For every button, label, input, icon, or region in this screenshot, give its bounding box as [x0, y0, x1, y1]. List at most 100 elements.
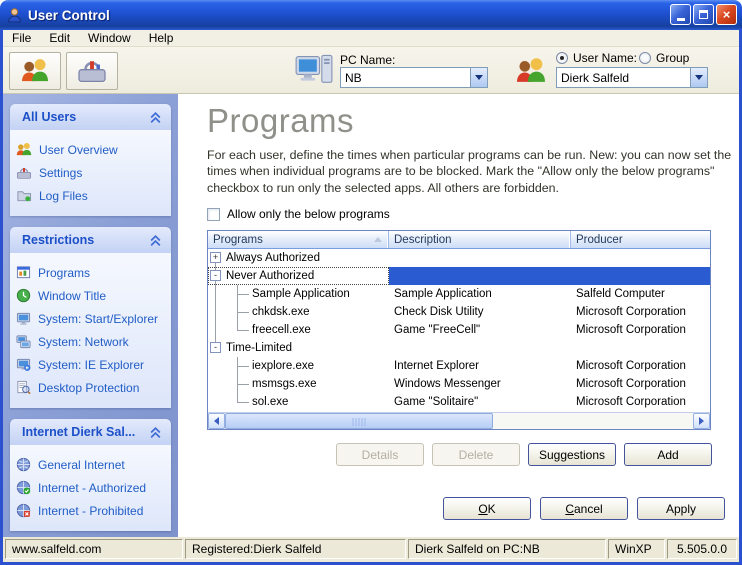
cell-producer: Salfeld Computer [571, 285, 710, 303]
user-name-radio-label: User Name: [573, 51, 637, 65]
cell-program: iexplore.exe [252, 360, 314, 372]
user-name-value: Dierk Salfeld [557, 71, 690, 85]
sidebar-item-log-files[interactable]: Log Files [16, 184, 167, 207]
sidebar-item-system-start-explorer[interactable]: System: Start/Explorer [16, 307, 167, 330]
expand-icon[interactable]: + [210, 252, 221, 263]
apply-button[interactable]: Apply [637, 497, 725, 520]
window-frame: File Edit Window Help PC Name: NB User N… [0, 30, 742, 565]
column-label: Description [394, 234, 452, 246]
table-row[interactable]: iexplore.exe Internet Explorer Microsoft… [208, 357, 710, 375]
table-row[interactable]: msmsgs.exe Windows Messenger Microsoft C… [208, 375, 710, 393]
chevron-up-icon[interactable] [149, 111, 162, 124]
sidebar-item-window-title[interactable]: Window Title [16, 284, 167, 307]
sidebar-item-label: Internet - Authorized [38, 481, 146, 495]
programs-table: Programs Description Producer +Always Au… [207, 230, 711, 430]
menu-file[interactable]: File [3, 30, 40, 46]
table-row[interactable]: chkdsk.exe Check Disk Utility Microsoft … [208, 303, 710, 321]
sidebar-item-system-network[interactable]: System: Network [16, 330, 167, 353]
sidebar-item-system-ie-explorer[interactable]: System: IE Explorer [16, 353, 167, 376]
cell-description: Windows Messenger [389, 375, 571, 393]
cell-description: Game "Solitaire" [389, 393, 571, 411]
panel-header-restrictions[interactable]: Restrictions [10, 227, 171, 253]
group-radio[interactable]: Group [639, 51, 689, 65]
suggestions-button[interactable]: Suggestions [528, 443, 616, 466]
panel-header-all-users[interactable]: All Users [10, 104, 171, 130]
add-button[interactable]: Add [624, 443, 712, 466]
chevron-up-icon[interactable] [149, 234, 162, 247]
scroll-left-button[interactable] [208, 413, 225, 429]
close-button[interactable]: × [716, 4, 737, 25]
sidebar-item-label: User Overview [39, 143, 118, 157]
column-header-producer[interactable]: Producer [571, 231, 710, 248]
globe-cross-icon [16, 503, 31, 518]
maximize-button[interactable] [693, 4, 714, 25]
app-person-icon [6, 7, 23, 24]
table-body: +Always Authorized -Never Authorized [208, 249, 710, 412]
globe-icon [16, 457, 31, 472]
user-name-radio[interactable]: User Name: [556, 51, 637, 65]
minimize-button[interactable] [670, 4, 691, 25]
user-name-combobox[interactable]: Dierk Salfeld [556, 67, 708, 88]
status-user-pc: Dierk Salfeld on PC:NB [408, 539, 606, 559]
allow-only-checkbox-label: Allow only the below programs [227, 207, 390, 221]
cell-program: chkdsk.exe [252, 306, 310, 318]
horizontal-scrollbar[interactable] [208, 412, 710, 429]
sidebar-item-desktop-protection[interactable]: Desktop Protection [16, 376, 167, 399]
pc-name-dropdown-button[interactable] [470, 68, 487, 87]
table-row[interactable]: sol.exe Game "Solitaire" Microsoft Corpo… [208, 393, 710, 411]
ok-button[interactable]: OK [443, 497, 531, 520]
tree-guide [237, 393, 238, 402]
status-website: www.salfeld.com [5, 539, 183, 559]
column-header-programs[interactable]: Programs [208, 231, 389, 248]
panel-header-internet[interactable]: Internet Dierk Sal... [10, 419, 171, 445]
table-row-group[interactable]: +Always Authorized [208, 249, 710, 267]
details-button[interactable]: Details [336, 443, 424, 466]
cell-program: sol.exe [252, 396, 288, 408]
cell-producer [571, 339, 710, 357]
pc-icon [295, 53, 333, 87]
cell-program: msmsgs.exe [252, 378, 317, 390]
menu-window[interactable]: Window [79, 30, 140, 46]
sidebar-item-internet-prohibited[interactable]: Internet - Prohibited [16, 499, 167, 522]
table-row-group-selected[interactable]: -Never Authorized [208, 267, 710, 285]
column-header-description[interactable]: Description [389, 231, 571, 248]
scroll-right-button[interactable] [693, 413, 710, 429]
minimize-icon [677, 18, 685, 21]
radio-selected-icon [556, 52, 568, 64]
allow-only-checkbox[interactable] [207, 208, 220, 221]
app-window-icon [16, 265, 31, 280]
titlebar[interactable]: User Control × [0, 0, 742, 30]
sidebar-panel-internet: Internet Dierk Sal... General Internet I… [10, 419, 171, 531]
cancel-button[interactable]: Cancel [540, 497, 628, 520]
column-label: Programs [213, 234, 263, 246]
sidebar-item-label: Settings [39, 166, 82, 180]
scrollbar-track[interactable] [493, 413, 693, 429]
sidebar-item-programs[interactable]: Programs [16, 261, 167, 284]
toolbar: PC Name: NB User Name: Group Dierk Salfe… [3, 47, 739, 94]
menu-edit[interactable]: Edit [40, 30, 79, 46]
pc-name-combobox[interactable]: NB [340, 67, 488, 88]
menu-help[interactable]: Help [140, 30, 183, 46]
folder-icon [16, 188, 32, 203]
sidebar-item-internet-authorized[interactable]: Internet - Authorized [16, 476, 167, 499]
table-row[interactable]: Sample Application Sample Application Sa… [208, 285, 710, 303]
chevron-up-icon[interactable] [149, 426, 162, 439]
collapse-icon[interactable]: - [210, 342, 221, 353]
globe-check-icon [16, 480, 31, 495]
toolbox-toolbar-button[interactable] [66, 52, 118, 90]
page-title: Programs [207, 102, 739, 140]
scrollbar-thumb[interactable] [225, 413, 493, 429]
chevron-down-icon [475, 75, 483, 80]
collapse-icon[interactable]: - [210, 270, 221, 281]
table-row-group[interactable]: -Time-Limited [208, 339, 710, 357]
sidebar-item-general-internet[interactable]: General Internet [16, 453, 167, 476]
group-label: Never Authorized [226, 270, 314, 282]
users-toolbar-button[interactable] [9, 52, 61, 90]
sidebar-item-settings[interactable]: Settings [16, 161, 167, 184]
tree-guide [237, 321, 238, 330]
user-name-dropdown-button[interactable] [690, 68, 707, 87]
cell-producer: Microsoft Corporation [571, 321, 710, 339]
table-row[interactable]: freecell.exe Game "FreeCell" Microsoft C… [208, 321, 710, 339]
delete-button[interactable]: Delete [432, 443, 520, 466]
sidebar-item-user-overview[interactable]: User Overview [16, 138, 167, 161]
